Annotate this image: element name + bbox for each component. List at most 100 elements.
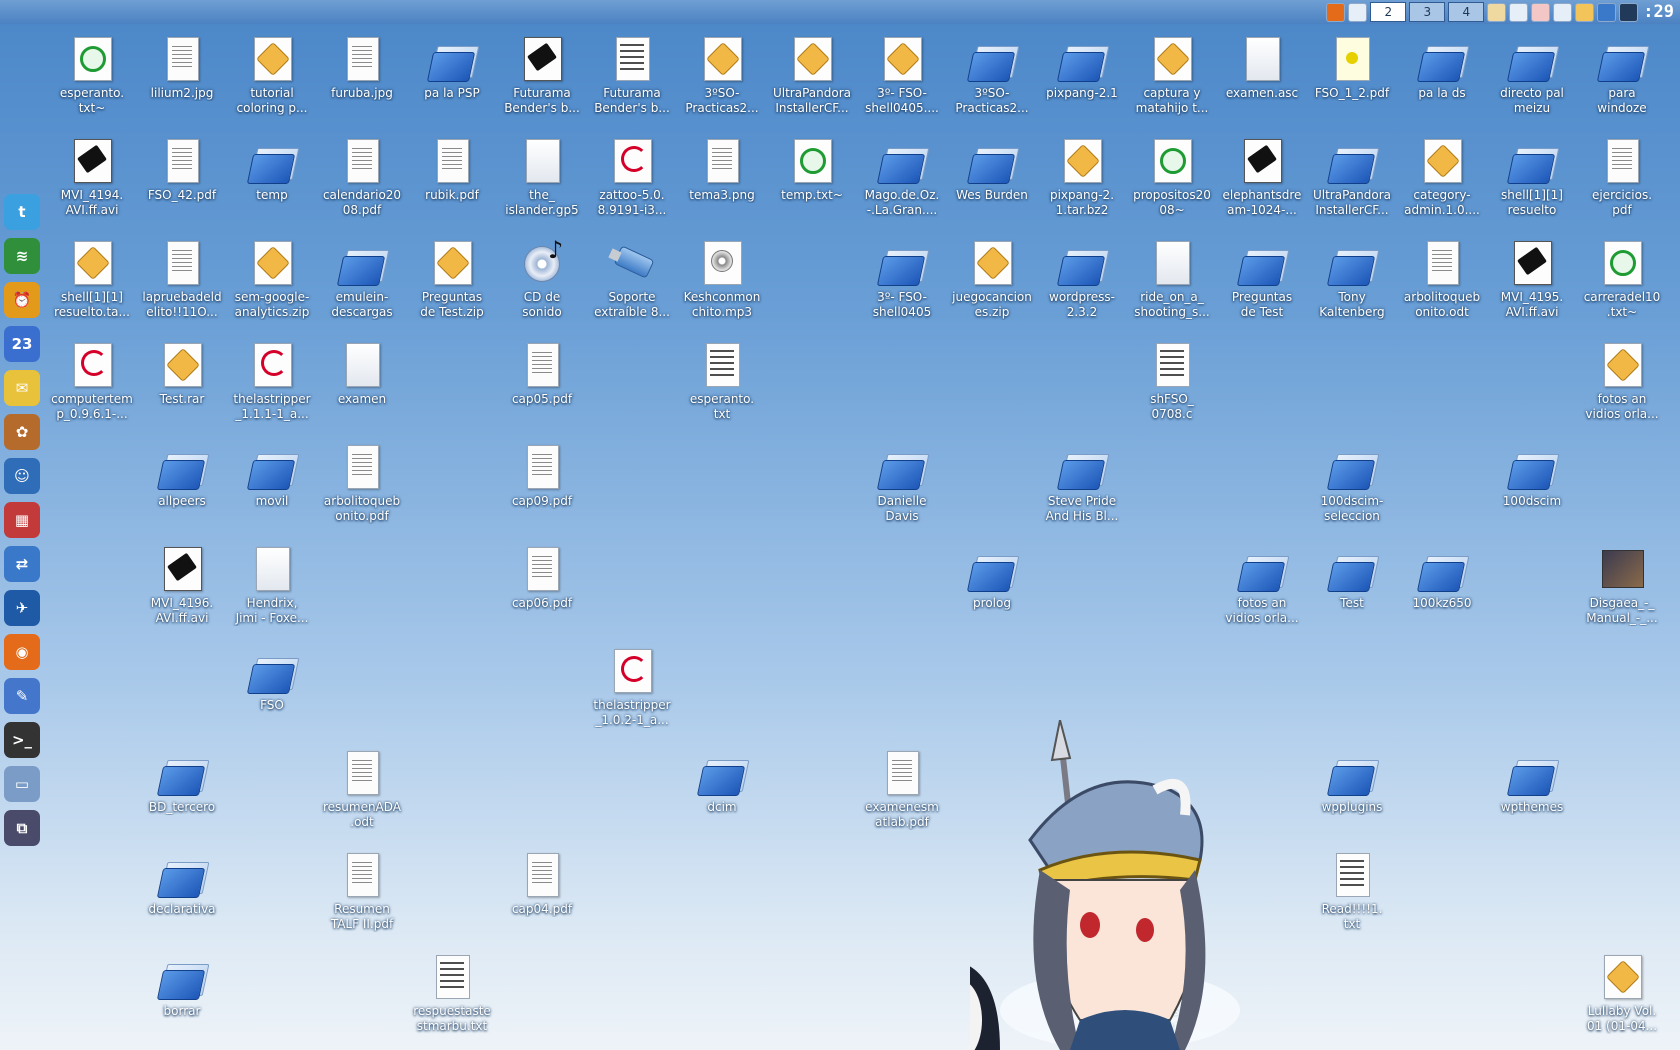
desktop-icon[interactable]: arbolitoqueb onito.odt: [1396, 238, 1488, 320]
desktop-icon[interactable]: Test.rar: [136, 340, 228, 407]
desktop-icon[interactable]: cap05.pdf: [496, 340, 588, 407]
desktop-icon[interactable]: Tony Kaltenberg: [1306, 238, 1398, 320]
desktop-icon[interactable]: furuba.jpg: [316, 34, 408, 101]
desktop-icon[interactable]: Keshconmon chito.mp3: [676, 238, 768, 320]
desktop-icon[interactable]: computertem p_0.9.6.1-...: [46, 340, 138, 422]
screenshot-icon[interactable]: ⧉: [4, 810, 40, 846]
desktop-icon[interactable]: FSO_1_2.pdf: [1306, 34, 1398, 101]
desktop-icon[interactable]: lilium2.jpg: [136, 34, 228, 101]
layout-icon[interactable]: [1619, 2, 1639, 22]
desktop-icon[interactable]: MVI_4194. AVI.ff.avi: [46, 136, 138, 218]
desktop-icon[interactable]: examenesm atlab.pdf: [856, 748, 948, 830]
remote-desktop-icon[interactable]: ▭: [4, 766, 40, 802]
desktop-icon[interactable]: Wes Burden: [946, 136, 1038, 203]
desktop-icon[interactable]: tutorial coloring p...: [226, 34, 318, 116]
browser-icon[interactable]: [1597, 2, 1617, 22]
desktop-icon[interactable]: allpeers: [136, 442, 228, 509]
desktop-icon[interactable]: propositos20 08~: [1126, 136, 1218, 218]
desktop-icon[interactable]: Read!!!!1. txt: [1306, 850, 1398, 932]
pager-desktop-2[interactable]: 2: [1370, 2, 1407, 22]
editor-icon[interactable]: ✎: [4, 678, 40, 714]
package-manager-icon[interactable]: ▦: [4, 502, 40, 538]
desktop-icon[interactable]: tema3.png: [676, 136, 768, 203]
desktop-icon[interactable]: BD_tercero: [136, 748, 228, 815]
desktop-icon[interactable]: temp.txt~: [766, 136, 858, 203]
desktop-icon[interactable]: 3º- FSO- shell0405....: [856, 34, 948, 116]
desktop-icon[interactable]: MVI_4195. AVI.ff.avi: [1486, 238, 1578, 320]
desktop-icon[interactable]: captura y matahijo t...: [1126, 34, 1218, 116]
desktop-icon[interactable]: thelastripper _1.1.1-1_a...: [226, 340, 318, 422]
desktop-icon[interactable]: zattoo-5.0. 8.9191-i3...: [586, 136, 678, 218]
desktop-icon[interactable]: 100kz650: [1396, 544, 1488, 611]
desktop-icon[interactable]: wpthemes: [1486, 748, 1578, 815]
rabbit-icon[interactable]: ✿: [4, 414, 40, 450]
desktop-icon[interactable]: borrar: [136, 952, 228, 1019]
desktop-icon[interactable]: Soporte extraíble 8...: [586, 238, 678, 320]
thunderbird-icon[interactable]: ✈: [4, 590, 40, 626]
desktop-icon[interactable]: UltraPandora InstallerCF...: [1306, 136, 1398, 218]
desktop-icon[interactable]: dcim: [676, 748, 768, 815]
desktop-icon[interactable]: para windoze: [1576, 34, 1668, 116]
desktop-icon[interactable]: thelastripper _1.0.2-1_a...: [586, 646, 678, 728]
desktop-icon[interactable]: rubik.pdf: [406, 136, 498, 203]
desktop-icon[interactable]: Steve Pride And His Bl...: [1036, 442, 1128, 524]
desktop-icon[interactable]: resumenADA .odt: [316, 748, 408, 830]
network-icon[interactable]: [1509, 2, 1529, 22]
desktop-icon[interactable]: Futurama Bender's b...: [586, 34, 678, 116]
desktop-icon[interactable]: fotos an vidios orla...: [1576, 340, 1668, 422]
clock[interactable]: :29: [1641, 2, 1676, 22]
desktop-icon[interactable]: FSO_42.pdf: [136, 136, 228, 203]
desktop-icon[interactable]: FSO: [226, 646, 318, 713]
desktop-icon[interactable]: cap04.pdf: [496, 850, 588, 917]
desktop-icon[interactable]: Futurama Bender's b...: [496, 34, 588, 116]
desktop-icon[interactable]: pa la PSP: [406, 34, 498, 101]
desktop-icon[interactable]: pixpang-2.1: [1036, 34, 1128, 101]
twitter-icon[interactable]: t: [4, 194, 40, 230]
desktop-icon[interactable]: UltraPandora InstallerCF...: [766, 34, 858, 116]
desktop-icon[interactable]: Danielle Davis: [856, 442, 948, 524]
desktop-icon[interactable]: movil: [226, 442, 318, 509]
desktop-icon[interactable]: cap06.pdf: [496, 544, 588, 611]
desktop-icon[interactable]: juegocancion es.zip: [946, 238, 1038, 320]
desktop-icon[interactable]: wordpress- 2.3.2: [1036, 238, 1128, 320]
desktop-icon[interactable]: directo pal meizu: [1486, 34, 1578, 116]
desktop-icon[interactable]: esperanto. txt~: [46, 34, 138, 116]
firefox-tray-icon[interactable]: [1326, 2, 1346, 22]
desktop-icon[interactable]: the_ islander.gp5: [496, 136, 588, 218]
desktop-icon[interactable]: 3ºSO- Practicas2...: [676, 34, 768, 116]
desktop-icon[interactable]: examen.asc: [1216, 34, 1308, 101]
desktop-icon[interactable]: esperanto. txt: [676, 340, 768, 422]
desktop-icon[interactable]: shFSO_ 0708.c: [1126, 340, 1218, 422]
desktop-icon[interactable]: Test: [1306, 544, 1398, 611]
pidgin-icon[interactable]: ☺: [4, 458, 40, 494]
window-list-icon[interactable]: [1348, 2, 1368, 22]
network-manager-icon[interactable]: ≋: [4, 238, 40, 274]
desktop-icon[interactable]: cap09.pdf: [496, 442, 588, 509]
desktop-icon[interactable]: declarativa: [136, 850, 228, 917]
desktop-icon[interactable]: emulein- descargas: [316, 238, 408, 320]
desktop-icon[interactable]: category- admin.1.0....: [1396, 136, 1488, 218]
desktop-icon[interactable]: temp: [226, 136, 318, 203]
alarm-clock-icon[interactable]: ⏰: [4, 282, 40, 318]
desktop-icon[interactable]: elephantsdre am-1024-...: [1216, 136, 1308, 218]
desktop-icon[interactable]: fotos an vidios orla...: [1216, 544, 1308, 626]
devices-icon[interactable]: [1553, 2, 1573, 22]
pager-desktop-4[interactable]: 4: [1448, 2, 1485, 22]
desktop-icon[interactable]: 3º- FSO- shell0405: [856, 238, 948, 320]
desktop-icon[interactable]: 100dscim- seleccion: [1306, 442, 1398, 524]
firefox-icon[interactable]: ◉: [4, 634, 40, 670]
desktop-icon[interactable]: arbolitoqueb onito.pdf: [316, 442, 408, 524]
desktop-icon[interactable]: calendario20 08.pdf: [316, 136, 408, 218]
folder-icon[interactable]: [1575, 2, 1595, 22]
desktop-icon[interactable]: Mago.de.Oz. -.La.Gran....: [856, 136, 948, 218]
desktop-icon[interactable]: ride_on_a_ shooting_s...: [1126, 238, 1218, 320]
warning-icon[interactable]: [1531, 2, 1551, 22]
desktop-icon[interactable]: wpplugins: [1306, 748, 1398, 815]
terminal-icon[interactable]: >_: [4, 722, 40, 758]
desktop-icon[interactable]: pixpang-2. 1.tar.bz2: [1036, 136, 1128, 218]
desktop-icon[interactable]: CD de sonido: [496, 236, 588, 320]
desktop-icon[interactable]: respuestaste stmarbu.txt: [406, 952, 498, 1034]
desktop-icon[interactable]: Hendrix, Jimi - Foxe...: [226, 544, 318, 626]
desktop-icon[interactable]: examen: [316, 340, 408, 407]
pager-desktop-3[interactable]: 3: [1409, 2, 1446, 22]
